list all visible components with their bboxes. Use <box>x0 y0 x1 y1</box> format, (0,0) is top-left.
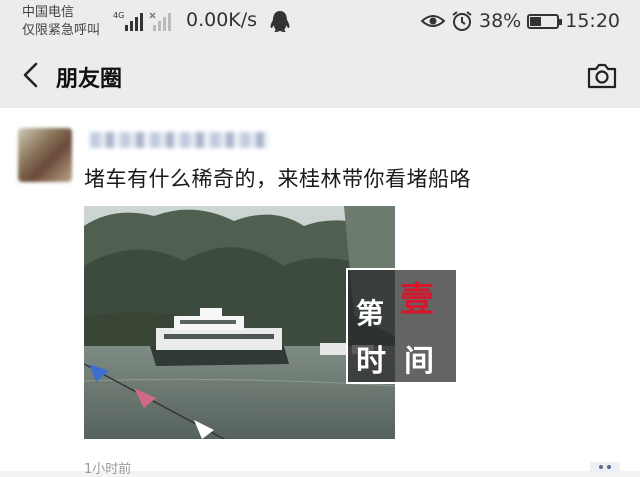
post-author-name-blurred[interactable] <box>90 132 270 148</box>
status-right-group: 38% 15:20 <box>421 8 620 34</box>
clock-time: 15:20 <box>565 10 620 32</box>
post-timestamp: 1小时前 <box>84 462 132 477</box>
title-bar: 朋友圈 <box>0 44 640 108</box>
qq-icon <box>270 11 290 32</box>
watermark-char-3: 时 <box>356 344 386 379</box>
network-speed: 0.00K/s <box>186 9 258 31</box>
status-bar: 中国电信 仅限紧急呼叫 4G 0.00K/s 38% 15:20 <box>0 0 640 44</box>
eye-comfort-icon <box>421 15 445 27</box>
moment-post: 堵车有什么稀奇的，来桂林带你看堵船咯 1小时前 <box>0 108 640 477</box>
chevron-left-icon[interactable] <box>14 58 48 92</box>
emergency-only-text: 仅限紧急呼叫 <box>22 23 101 38</box>
battery-level <box>530 16 541 26</box>
carrier-info: 中国电信 仅限紧急呼叫 <box>22 4 100 40</box>
signal-icon: 4G <box>113 11 171 31</box>
battery-percent: 38% <box>479 10 522 32</box>
page-title: 朋友圈 <box>56 67 123 92</box>
watermark-logo: 第 壹 时 间 <box>346 268 458 384</box>
alarm-icon <box>452 11 472 31</box>
post-text: 堵车有什么稀奇的，来桂林带你看堵船咯 <box>84 167 471 191</box>
carrier-name: 中国电信 <box>22 5 75 20</box>
watermark-char-4: 间 <box>404 344 434 379</box>
network-type-label: 4G <box>113 11 124 20</box>
battery-icon <box>527 13 563 29</box>
camera-icon[interactable] <box>586 62 618 90</box>
avatar[interactable] <box>18 128 72 182</box>
watermark-char-2: 壹 <box>400 280 434 320</box>
watermark-char-1: 第 <box>356 297 385 330</box>
